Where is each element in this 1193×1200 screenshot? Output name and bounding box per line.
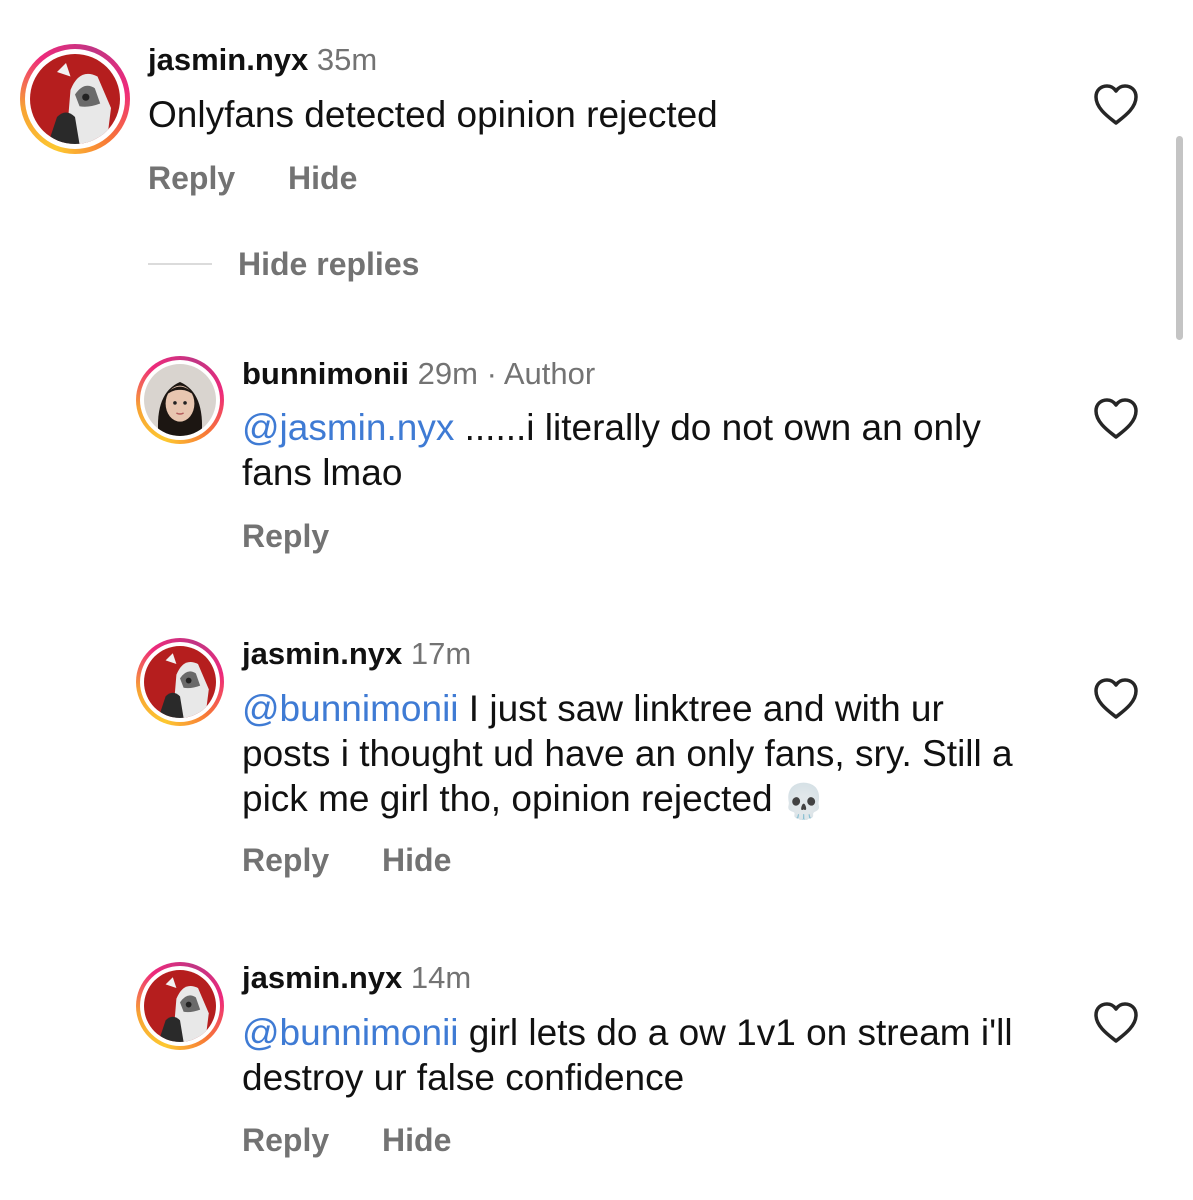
heart-outline-icon[interactable] — [1092, 82, 1140, 126]
avatar — [144, 970, 216, 1042]
hide-replies-label: Hide replies — [238, 245, 420, 282]
avatar — [144, 364, 216, 436]
story-ring-avatar[interactable] — [136, 356, 224, 444]
avatar — [144, 646, 216, 718]
hide-replies-toggle[interactable]: Hide replies — [148, 244, 419, 284]
story-ring-avatar[interactable] — [136, 638, 224, 726]
hide-button[interactable]: Hide — [382, 1122, 451, 1158]
story-ring-avatar[interactable] — [20, 44, 130, 154]
comment-meta: bunnimonii 29m · Author — [242, 356, 595, 392]
avatar — [30, 54, 120, 144]
author-badge: · Author — [486, 356, 596, 391]
comment-meta: jasmin.nyx 35m — [148, 42, 377, 78]
comment-body: Onlyfans detected opinion rejected — [148, 94, 718, 135]
comment-meta: jasmin.nyx 14m — [242, 960, 471, 996]
comment-actions: Reply Hide — [242, 842, 495, 879]
comment-text: @bunnimonii girl lets do a ow 1v1 on str… — [242, 1010, 1042, 1100]
heart-outline-icon[interactable] — [1092, 676, 1140, 720]
mention-link[interactable]: @jasmin.nyx — [242, 407, 454, 448]
timestamp: 14m — [410, 960, 472, 995]
comment-actions: Reply — [242, 518, 373, 555]
hide-button[interactable]: Hide — [288, 160, 357, 196]
comment-meta: jasmin.nyx 17m — [242, 636, 471, 672]
reply-button[interactable]: Reply — [242, 1122, 329, 1158]
heart-outline-icon[interactable] — [1092, 396, 1140, 440]
comment-actions: Reply Hide — [148, 160, 401, 197]
comment-text: @bunnimonii I just saw linktree and with… — [242, 686, 1032, 825]
comment-actions: Reply Hide — [242, 1122, 495, 1159]
divider — [148, 263, 212, 265]
reply-button[interactable]: Reply — [242, 842, 329, 878]
mention-link[interactable]: @bunnimonii — [242, 1012, 459, 1053]
username[interactable]: bunnimonii — [242, 356, 409, 391]
scrollbar[interactable] — [1176, 136, 1183, 340]
heart-outline-icon[interactable] — [1092, 1000, 1140, 1044]
username[interactable]: jasmin.nyx — [148, 42, 308, 77]
hide-button[interactable]: Hide — [382, 842, 451, 878]
story-ring-avatar[interactable] — [136, 962, 224, 1050]
skull-emoji: 💀 — [782, 783, 825, 821]
mention-link[interactable]: @bunnimonii — [242, 688, 459, 729]
comment-text: Onlyfans detected opinion rejected — [148, 92, 1048, 137]
timestamp: 29m — [417, 356, 478, 391]
username[interactable]: jasmin.nyx — [242, 636, 402, 671]
reply-button[interactable]: Reply — [242, 518, 329, 554]
comment-text: @jasmin.nyx ......i literally do not own… — [242, 405, 1052, 495]
timestamp: 17m — [410, 636, 472, 671]
username[interactable]: jasmin.nyx — [242, 960, 402, 995]
timestamp: 35m — [316, 42, 378, 77]
reply-button[interactable]: Reply — [148, 160, 235, 196]
